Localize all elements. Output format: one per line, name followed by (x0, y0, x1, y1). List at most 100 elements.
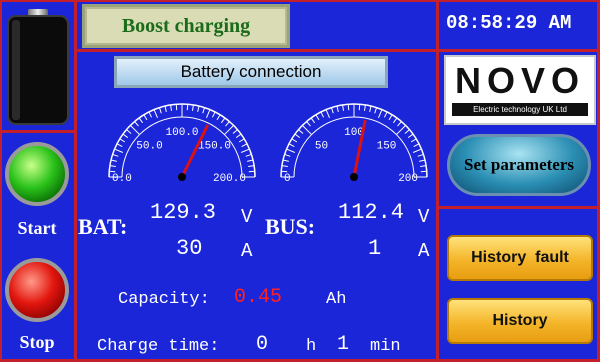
bus-voltage-unit: V (418, 206, 430, 228)
stop-label: Stop (19, 332, 55, 352)
mode-status-label: Boost charging (82, 4, 290, 48)
bat-gauge-tick (164, 105, 167, 112)
history-fault-button[interactable]: History fault (447, 235, 593, 281)
bus-gauge-tick (413, 143, 420, 148)
bat-gauge-tick (138, 117, 144, 124)
bat-gauge-tick (143, 114, 148, 121)
bat-gauge-tick (235, 133, 242, 139)
bat-gauge-tick (245, 153, 252, 157)
bat-gauge-tick (126, 129, 132, 134)
bus-gauge-tick-label: 150 (377, 141, 397, 153)
battery-icon (6, 6, 70, 126)
bat-gauge-tick (170, 104, 173, 111)
bat-gauge-tick (109, 165, 116, 168)
bat-gauge-tick (206, 109, 211, 119)
bat-gauge-tick (197, 105, 200, 112)
bat-voltage-value: 129.3 (150, 200, 217, 225)
bus-gauge-tick (298, 129, 304, 134)
logo-brand: NOVO (454, 60, 585, 101)
bat-gauge-tick (110, 159, 117, 162)
bus-gauge-tick (369, 105, 372, 112)
bat-gauge-tick-label: 200.0 (213, 173, 246, 185)
bus-gauge-tick (388, 114, 393, 121)
bat-gauge-tick (114, 148, 124, 153)
bat-gauge-tick (130, 125, 140, 135)
bat-gauge-tick-label: 100.0 (165, 127, 198, 139)
bus-gauge-tick-label: 50 (315, 141, 328, 153)
bat-gauge-tick (158, 107, 162, 114)
bat-gauge-tick (232, 129, 238, 134)
bus-gauge-tick (392, 117, 398, 124)
capacity-value: 0.45 (234, 286, 283, 309)
bat-gauge-tick (211, 111, 216, 118)
bat-voltage-unit: V (241, 206, 253, 228)
bus-gauge-tick (306, 121, 311, 127)
bat-gauge-tick (153, 109, 158, 119)
bat-gauge-tick (216, 114, 221, 121)
bat-gauge-tick-label: 50.0 (136, 141, 162, 153)
bus-gauge-tick (281, 165, 288, 168)
bus-gauge-tick (342, 104, 345, 111)
bus-gauge-tick (404, 129, 410, 134)
bat-current-value: 30 (176, 236, 203, 261)
bat-label: BAT: (78, 214, 128, 239)
charge-time-label: Charge time: (97, 337, 220, 356)
bat-gauge-tick (112, 153, 119, 157)
battery-connection-label: Battery connection (180, 62, 322, 81)
bus-gauge-tick (284, 153, 291, 157)
bus-gauge-tick (315, 114, 320, 121)
bus-gauge-tick (419, 159, 426, 162)
novo-logo: NOVO Electric technology UK Ltd (444, 55, 596, 125)
capacity-unit: Ah (326, 290, 347, 309)
set-parameters-button[interactable]: Set parameters (447, 134, 591, 196)
start-label: Start (17, 218, 57, 238)
charge-time-hours: 0 (256, 333, 269, 356)
bat-gauge-tick (240, 148, 250, 153)
logo-tagline: Electric technology UK Ltd (452, 103, 588, 116)
bus-gauge-tick (374, 107, 378, 114)
bus-gauge-tick (336, 105, 339, 112)
history-button[interactable]: History (447, 298, 593, 344)
bus-gauge-tick (397, 121, 402, 127)
bus-gauge-tick (383, 111, 388, 118)
bus-gauge-tick (325, 109, 330, 119)
bus-gauge-hub (350, 173, 358, 181)
bat-gauge-tick (248, 165, 255, 168)
bat-gauge-tick (148, 111, 153, 118)
set-parameters-label: Set parameters (464, 155, 574, 174)
clock: 08:58:29 AM (446, 12, 572, 34)
bus-current-unit: A (418, 240, 430, 262)
history-label: History (492, 312, 548, 329)
bus-gauge-tick (330, 107, 334, 114)
bus-gauge-tick (407, 133, 414, 139)
bat-gauge-tick (241, 143, 248, 148)
bat-gauge-tick-label: 0.0 (112, 173, 132, 185)
bat-current-unit: A (241, 240, 253, 262)
stop-button[interactable] (5, 258, 69, 322)
bus-gauge-tick (417, 153, 424, 157)
bat-gauge-tick (191, 104, 194, 111)
bat-voltage-gauge: 0.0 50.0100.0150.0 200.0 (108, 103, 256, 185)
bus-gauge-tick (302, 125, 312, 135)
bat-gauge-tick (202, 107, 206, 114)
start-button[interactable] (5, 142, 69, 206)
bat-gauge-tick (224, 125, 234, 135)
bus-gauge-tick-label: 0 (284, 173, 291, 185)
bus-gauge-tick (291, 138, 298, 143)
bus-gauge-tick (286, 148, 296, 153)
history-fault-label: History fault (471, 249, 569, 266)
bus-voltage-gauge: 050100150200 (280, 103, 428, 185)
charge-time-minutes-unit: min (370, 337, 401, 356)
battery-connection-status: Battery connection (114, 56, 388, 88)
bat-gauge-tick (116, 143, 123, 148)
bat-gauge-tick (119, 138, 126, 143)
bus-gauge-tick-label: 200 (398, 173, 418, 185)
bat-gauge-tick (238, 138, 245, 143)
mode-status-text: Boost charging (121, 14, 251, 37)
bat-gauge-tick (122, 133, 129, 139)
bus-label: BUS: (265, 214, 316, 239)
bus-gauge-tick (412, 148, 422, 153)
bus-gauge-tick (396, 125, 406, 135)
bus-gauge-tick (320, 111, 325, 118)
bus-gauge-tick (310, 117, 316, 124)
